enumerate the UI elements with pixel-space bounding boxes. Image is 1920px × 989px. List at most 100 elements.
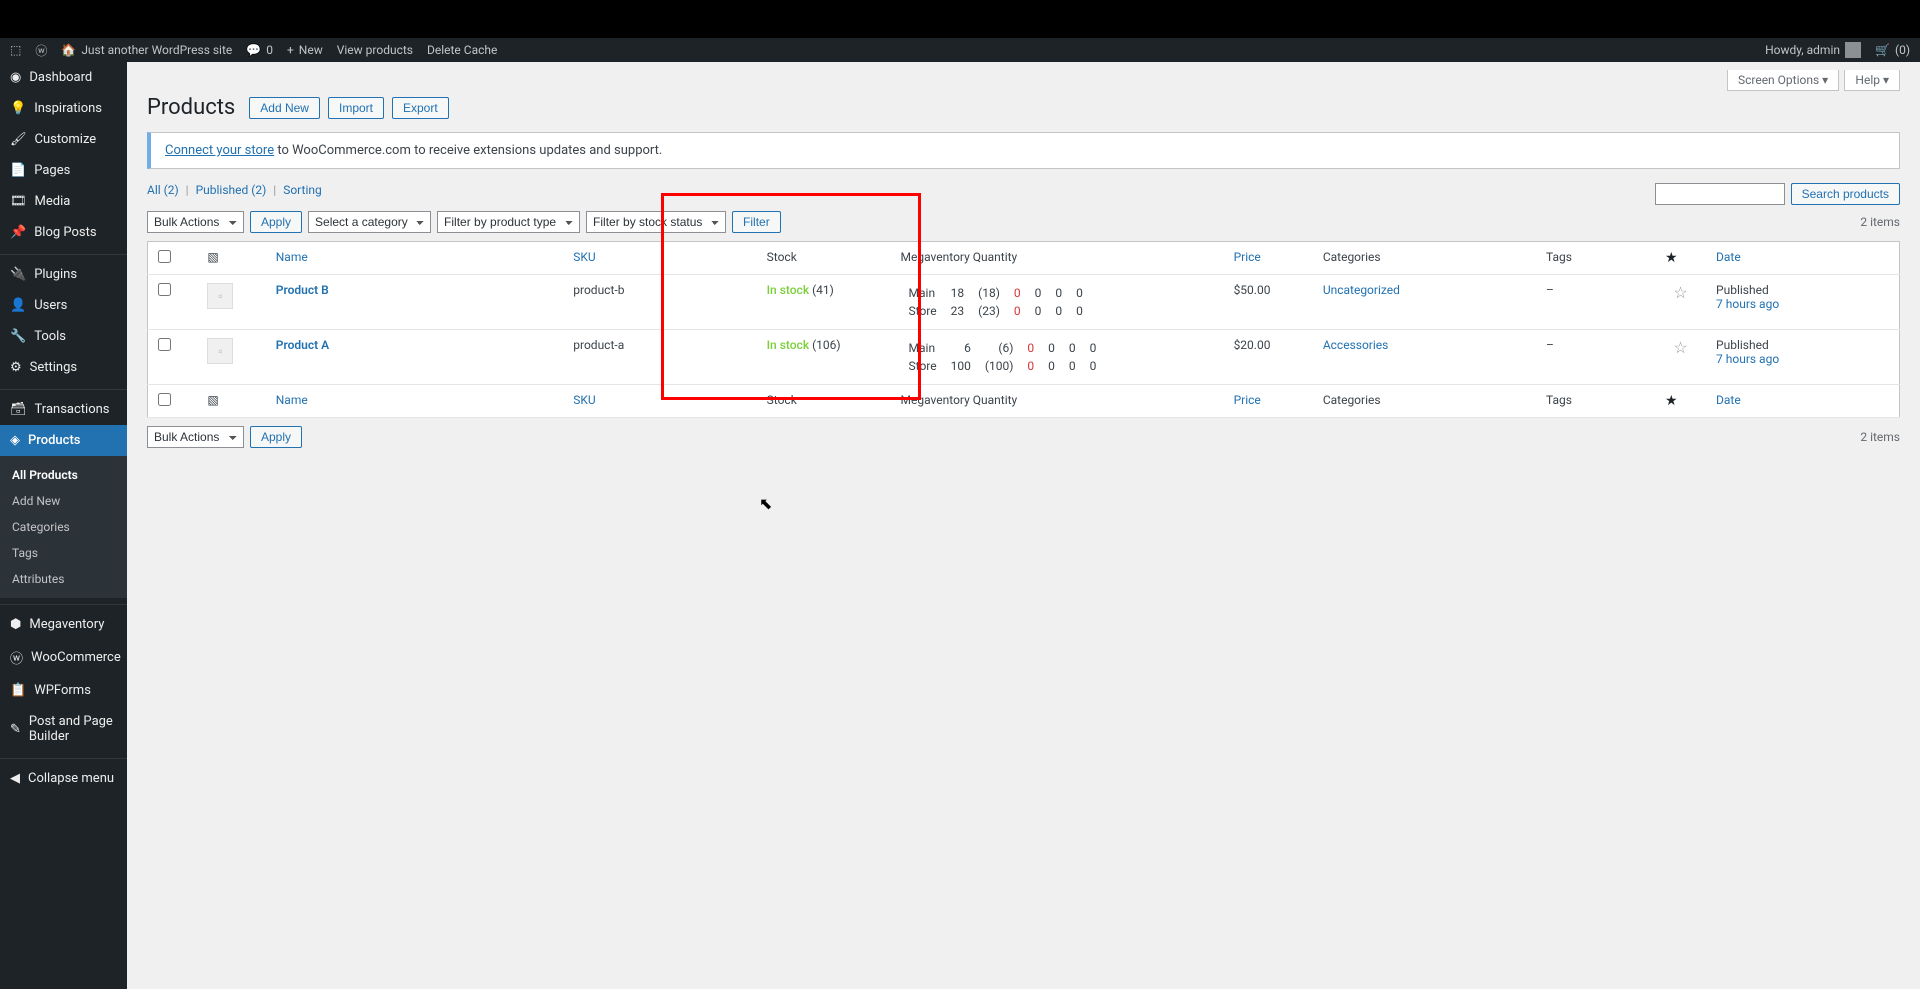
- featured-star-toggle[interactable]: ☆: [1673, 283, 1687, 302]
- mv-quantity-table: Main6(6)0000Store100(100)0000: [901, 338, 1105, 376]
- comment-count: 0: [266, 43, 273, 57]
- user-icon: 👤: [10, 298, 26, 313]
- col-name-foot[interactable]: Name: [266, 385, 564, 418]
- featured-star-toggle[interactable]: ☆: [1673, 338, 1687, 357]
- screen-options-tab[interactable]: Screen Options ▾: [1727, 70, 1839, 91]
- product-name-link[interactable]: Product B: [276, 283, 329, 297]
- search-input[interactable]: [1655, 183, 1785, 205]
- filter-button[interactable]: Filter: [732, 211, 781, 233]
- product-type-filter-select[interactable]: Filter by product type: [437, 211, 580, 233]
- mv-location: Main: [903, 340, 943, 356]
- howdy-link[interactable]: Howdy, admin: [1765, 42, 1861, 58]
- site-link[interactable]: 🏠 Just another WordPress site: [61, 43, 232, 57]
- featured-column-icon: ★: [1665, 250, 1678, 266]
- sidebar-item-plugins[interactable]: 🔌Plugins: [0, 254, 127, 290]
- bulk-actions-select-bottom[interactable]: Bulk Actions: [147, 426, 244, 448]
- submenu-item-add-new[interactable]: Add New: [0, 488, 127, 514]
- col-price[interactable]: Price: [1224, 242, 1313, 275]
- sidebar-item-inspirations[interactable]: 💡Inspirations: [0, 93, 127, 124]
- import-button[interactable]: Import: [328, 97, 384, 119]
- submenu-item-categories[interactable]: Categories: [0, 514, 127, 540]
- connect-store-link[interactable]: Connect your store: [165, 143, 274, 158]
- select-all-checkbox-foot[interactable]: [158, 393, 171, 406]
- cart-link[interactable]: 🛒 (0): [1875, 43, 1910, 57]
- filter-published[interactable]: Published (2): [196, 183, 267, 197]
- sidebar-item-media[interactable]: 🎞 Media: [0, 186, 127, 217]
- apply-bulk-button-bottom[interactable]: Apply: [250, 426, 302, 448]
- row-checkbox[interactable]: [158, 338, 171, 351]
- row-checkbox[interactable]: [158, 283, 171, 296]
- product-price: $50.00: [1224, 275, 1313, 330]
- search-button[interactable]: Search products: [1791, 183, 1900, 205]
- col-sku[interactable]: SKU: [563, 242, 756, 275]
- wp-logo-icon[interactable]: ⓦ: [35, 42, 47, 59]
- bulb-icon: 💡: [10, 101, 26, 116]
- delete-cache-link[interactable]: Delete Cache: [427, 43, 497, 57]
- sidebar-item-label: Media: [35, 194, 71, 209]
- help-tab[interactable]: Help ▾: [1844, 70, 1900, 91]
- wp-admin-bar: ⬚ ⓦ 🏠 Just another WordPress site 💬 0 + …: [0, 38, 1920, 62]
- list-filter-links: All (2) | Published (2) | Sorting: [147, 183, 322, 197]
- stock-status-filter-select[interactable]: Filter by stock status: [586, 211, 726, 233]
- select-all-checkbox[interactable]: [158, 250, 171, 263]
- pin-icon: 📌: [10, 225, 26, 240]
- filter-all[interactable]: All (2): [147, 183, 179, 197]
- sidebar-item-transactions[interactable]: 🗃Transactions: [0, 389, 127, 425]
- sidebar-item-megaventory[interactable]: ⬢Megaventory: [0, 604, 127, 640]
- mv-qty: 18: [945, 285, 971, 301]
- sidebar-item-settings[interactable]: ⚙Settings: [0, 352, 127, 383]
- comments-link[interactable]: 💬 0: [246, 43, 273, 57]
- mv-col-a: 0: [1008, 285, 1027, 301]
- col-tags-foot: Tags: [1536, 385, 1655, 418]
- product-category-link[interactable]: Accessories: [1323, 338, 1389, 352]
- sidebar-item-products[interactable]: ◈Products: [0, 425, 127, 456]
- pencil-icon: ✎: [10, 722, 21, 737]
- add-new-button[interactable]: Add New: [249, 97, 320, 119]
- bulk-actions-select[interactable]: Bulk Actions: [147, 211, 244, 233]
- product-thumb[interactable]: ▫: [207, 283, 233, 309]
- sidebar-item-pages[interactable]: 📄Pages: [0, 155, 127, 186]
- sidebar-item-woocommerce[interactable]: ⓦWooCommerce: [0, 640, 127, 675]
- filter-sorting[interactable]: Sorting: [283, 183, 322, 197]
- export-button[interactable]: Export: [392, 97, 449, 119]
- col-sku-foot[interactable]: SKU: [563, 385, 756, 418]
- media-icon: 🎞: [10, 194, 27, 209]
- sidebar-item-dashboard[interactable]: ◉Dashboard: [0, 62, 127, 93]
- col-date[interactable]: Date: [1706, 242, 1899, 275]
- sidebar-item-blog-posts[interactable]: 📌Blog Posts: [0, 217, 127, 248]
- category-filter-select[interactable]: Select a category: [308, 211, 431, 233]
- sidebar-item-post-and-page-builder[interactable]: ✎Post and Page Builder: [0, 706, 127, 752]
- sidebar-item-label: Plugins: [34, 267, 77, 282]
- mv-col-d: 0: [1084, 358, 1103, 374]
- cart-count: (0): [1895, 43, 1910, 57]
- mv-col-d: 0: [1070, 285, 1089, 301]
- submenu-item-all-products[interactable]: All Products: [0, 462, 127, 488]
- col-price-foot[interactable]: Price: [1224, 385, 1313, 418]
- sidebar-item-tools[interactable]: 🔧Tools: [0, 321, 127, 352]
- product-category-link[interactable]: Uncategorized: [1323, 283, 1400, 297]
- col-name[interactable]: Name: [266, 242, 564, 275]
- publish-date[interactable]: 7 hours ago: [1716, 352, 1779, 366]
- mv-col-c: 0: [1063, 340, 1082, 356]
- sidebar-item-users[interactable]: 👤Users: [0, 290, 127, 321]
- publish-date[interactable]: 7 hours ago: [1716, 297, 1779, 311]
- howdy-text: Howdy, admin: [1765, 43, 1840, 57]
- col-date-foot[interactable]: Date: [1706, 385, 1899, 418]
- brush-icon: 🖌: [10, 132, 27, 147]
- mv-col-a: 0: [1021, 340, 1040, 356]
- product-thumb[interactable]: ▫: [207, 338, 233, 364]
- sidebar-item-customize[interactable]: 🖌Customize: [0, 124, 127, 155]
- comment-icon: 💬: [246, 43, 261, 57]
- mv-location: Main: [903, 285, 943, 301]
- apply-bulk-button[interactable]: Apply: [250, 211, 302, 233]
- sidebar-item-collapse-menu[interactable]: ◀Collapse menu: [0, 758, 127, 794]
- about-wp-icon[interactable]: ⬚: [10, 43, 21, 57]
- product-name-link[interactable]: Product A: [276, 338, 329, 352]
- submenu-item-tags[interactable]: Tags: [0, 540, 127, 566]
- submenu-item-attributes[interactable]: Attributes: [0, 566, 127, 592]
- stock-status: In stock: [767, 283, 809, 297]
- sidebar-item-wpforms[interactable]: 📋WPForms: [0, 675, 127, 706]
- mv-location: Store: [903, 303, 943, 319]
- view-products-link[interactable]: View products: [337, 43, 413, 57]
- new-link[interactable]: + New: [287, 43, 323, 57]
